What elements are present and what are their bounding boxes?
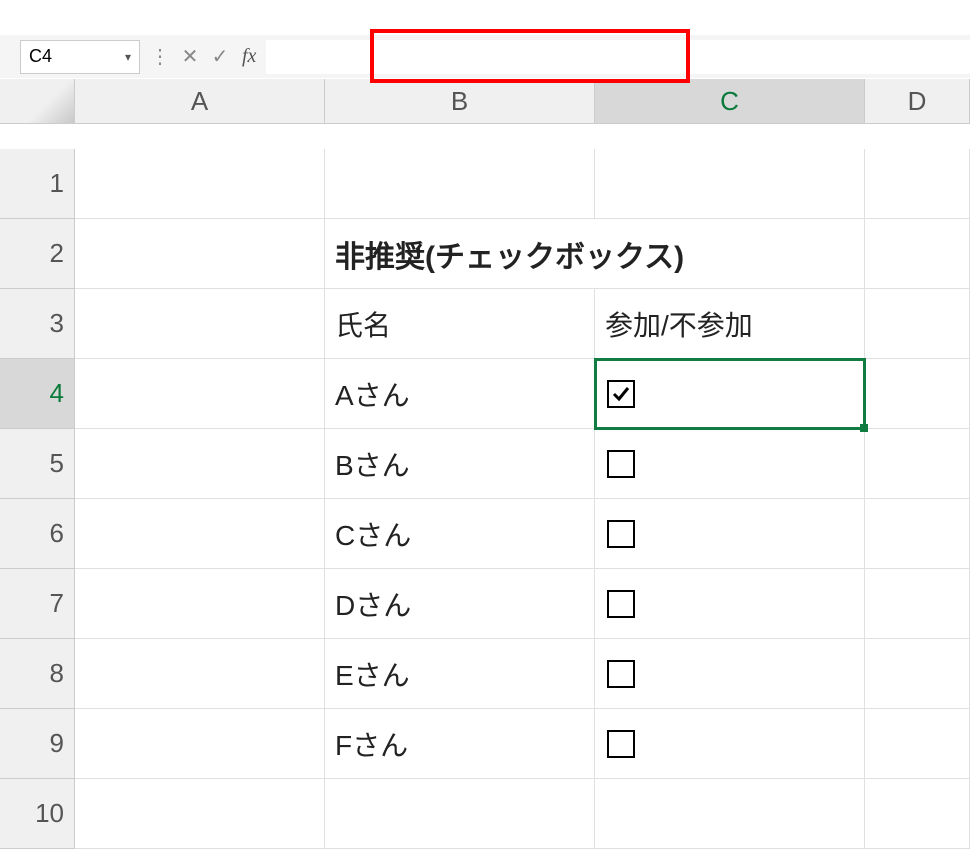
column-header-d[interactable]: D (865, 79, 970, 124)
cell-a2[interactable] (75, 219, 325, 289)
cell-b2-title[interactable]: 非推奨(チェックボックス) (325, 219, 865, 289)
row-header-10[interactable]: 10 (0, 779, 75, 849)
cell-d3[interactable] (865, 289, 970, 359)
cell-b3-header-name[interactable]: 氏名 (325, 289, 595, 359)
cell-b9-name[interactable]: Fさん (325, 709, 595, 779)
cell-b10[interactable] (325, 779, 595, 849)
row-header-1[interactable]: 1 (0, 149, 75, 219)
column-header-c[interactable]: C (595, 79, 865, 124)
cell-d2[interactable] (865, 219, 970, 289)
cell-c10[interactable] (595, 779, 865, 849)
formula-input[interactable] (266, 40, 970, 74)
chevron-down-icon[interactable]: ▾ (125, 50, 131, 64)
row-header-5[interactable]: 5 (0, 429, 75, 499)
cell-a3[interactable] (75, 289, 325, 359)
cell-a5[interactable] (75, 429, 325, 499)
cell-d1[interactable] (865, 149, 970, 219)
spreadsheet-grid: A B C D 1 2 非推奨(チェックボックス) 3 氏名 参加/不参加 4 … (0, 79, 970, 849)
cancel-icon[interactable]: ✕ (178, 45, 202, 69)
cell-d6[interactable] (865, 499, 970, 569)
cell-a1[interactable] (75, 149, 325, 219)
cell-a6[interactable] (75, 499, 325, 569)
select-all-corner[interactable] (0, 79, 75, 124)
row-header-8[interactable]: 8 (0, 639, 75, 709)
cell-c3-header-attend[interactable]: 参加/不参加 (595, 289, 865, 359)
row-header-4[interactable]: 4 (0, 359, 75, 429)
column-header-a[interactable]: A (75, 79, 325, 124)
cell-c5-checkbox[interactable] (595, 429, 865, 499)
cell-a4[interactable] (75, 359, 325, 429)
cell-b6-name[interactable]: Cさん (325, 499, 595, 569)
cell-d7[interactable] (865, 569, 970, 639)
cell-c6-checkbox[interactable] (595, 499, 865, 569)
row-header-3[interactable]: 3 (0, 289, 75, 359)
checkbox-control[interactable] (607, 380, 635, 408)
checkbox-control[interactable] (607, 730, 635, 758)
checkbox-control[interactable] (607, 590, 635, 618)
checkbox-control[interactable] (607, 520, 635, 548)
cell-a10[interactable] (75, 779, 325, 849)
name-box-value: C4 (29, 46, 52, 67)
cell-b4-name[interactable]: Aさん (325, 359, 595, 429)
cell-d5[interactable] (865, 429, 970, 499)
cell-c8-checkbox[interactable] (595, 639, 865, 709)
fx-label[interactable]: fx (242, 45, 256, 68)
cell-d8[interactable] (865, 639, 970, 709)
cell-a7[interactable] (75, 569, 325, 639)
checkmark-icon (611, 384, 631, 404)
checkbox-control[interactable] (607, 660, 635, 688)
cell-d9[interactable] (865, 709, 970, 779)
row-header-7[interactable]: 7 (0, 569, 75, 639)
cell-b7-name[interactable]: Dさん (325, 569, 595, 639)
cell-b8-name[interactable]: Eさん (325, 639, 595, 709)
row-header-6[interactable]: 6 (0, 499, 75, 569)
cell-a9[interactable] (75, 709, 325, 779)
name-box[interactable]: C4 ▾ (20, 40, 140, 74)
enter-icon[interactable]: ✓ (208, 45, 232, 69)
cell-c1[interactable] (595, 149, 865, 219)
cell-b1[interactable] (325, 149, 595, 219)
cell-c4-checkbox[interactable] (595, 359, 865, 429)
more-icon[interactable]: ⋮ (148, 45, 172, 69)
row-header-9[interactable]: 9 (0, 709, 75, 779)
cell-c7-checkbox[interactable] (595, 569, 865, 639)
formula-bar: C4 ▾ ⋮ ✕ ✓ fx (0, 35, 970, 79)
cell-c9-checkbox[interactable] (595, 709, 865, 779)
row-header-2[interactable]: 2 (0, 219, 75, 289)
cell-d10[interactable] (865, 779, 970, 849)
cell-b5-name[interactable]: Bさん (325, 429, 595, 499)
column-header-b[interactable]: B (325, 79, 595, 124)
cell-a8[interactable] (75, 639, 325, 709)
checkbox-control[interactable] (607, 450, 635, 478)
formula-bar-icons: ⋮ ✕ ✓ fx (148, 45, 256, 69)
cell-d4[interactable] (865, 359, 970, 429)
